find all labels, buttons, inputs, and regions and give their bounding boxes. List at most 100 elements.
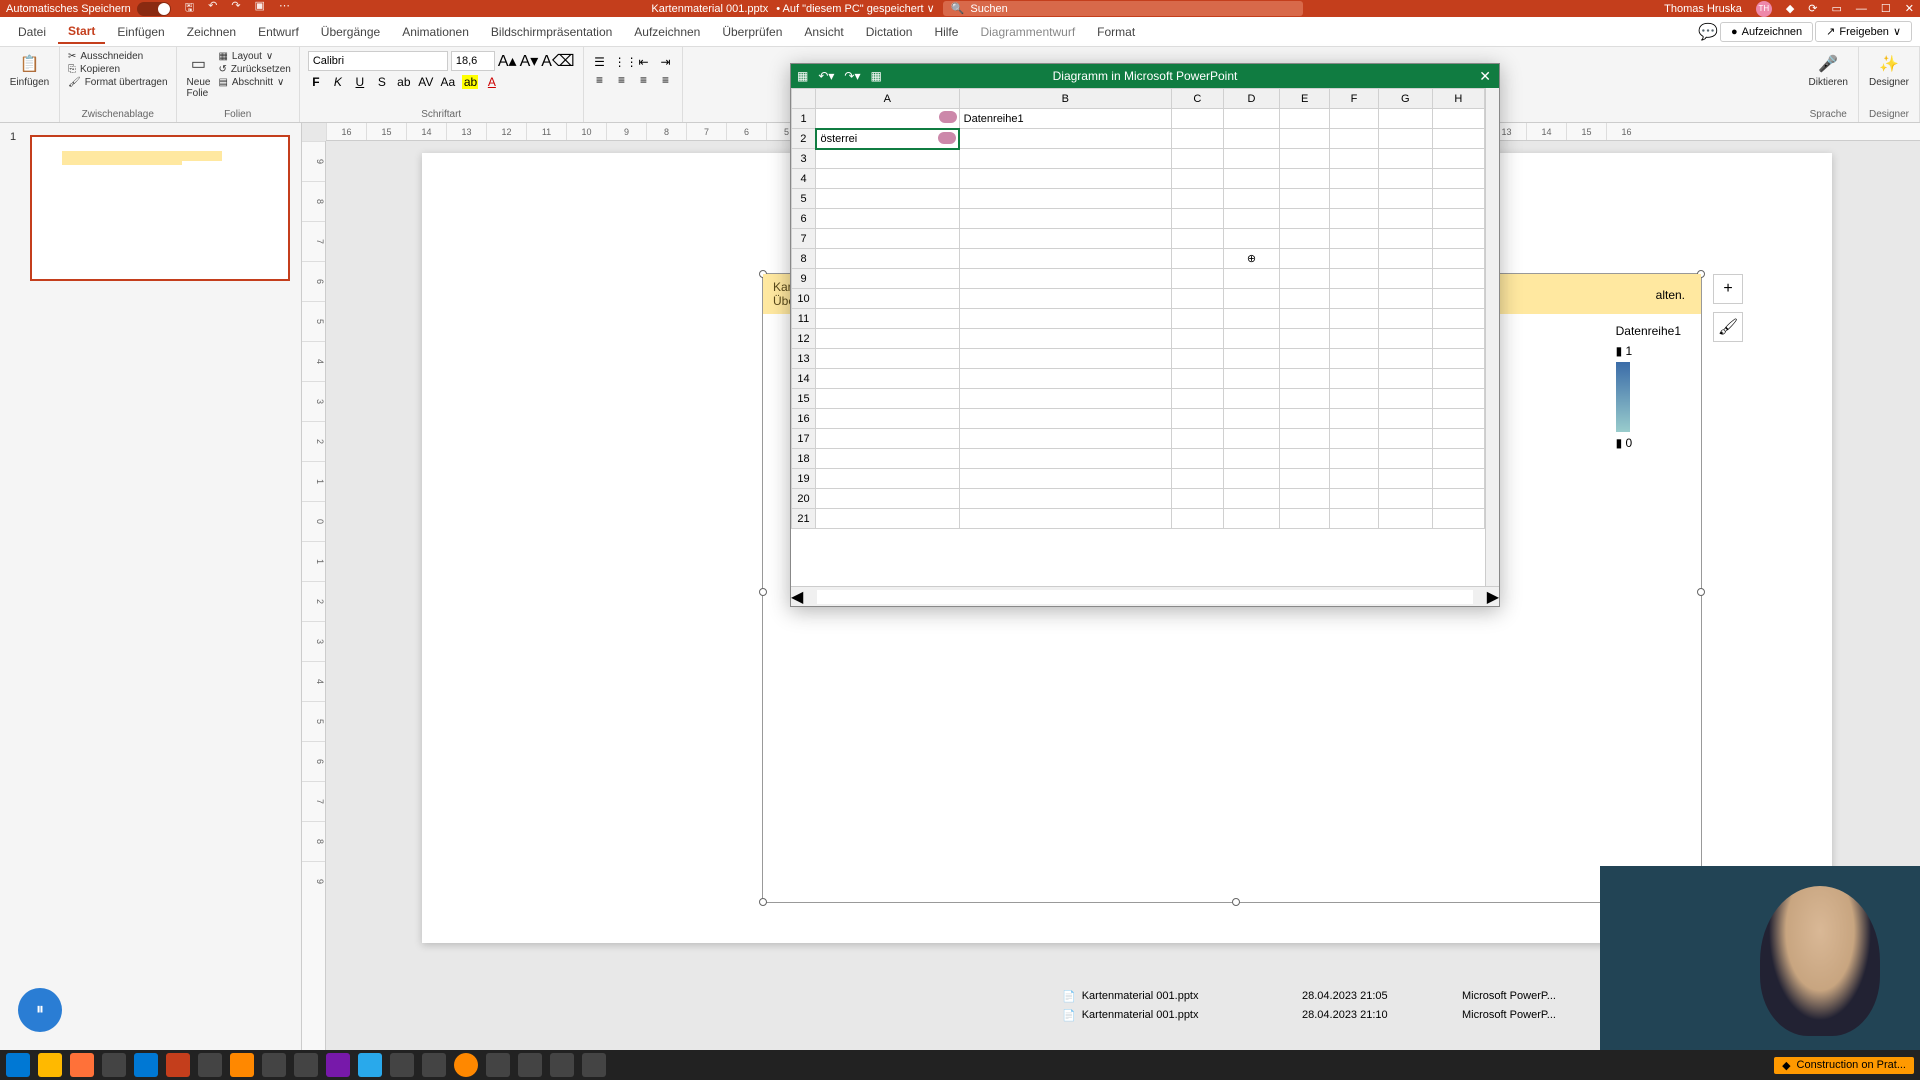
redo-icon[interactable]: ↷ xyxy=(231,0,240,18)
minimize-icon[interactable]: — xyxy=(1856,3,1867,15)
share-button[interactable]: ↗ Freigeben ∨ xyxy=(1815,21,1912,42)
italic-button[interactable]: K xyxy=(330,75,346,89)
tab-entwurf[interactable]: Entwurf xyxy=(248,21,309,43)
justify-icon[interactable]: ≡ xyxy=(658,73,674,87)
chart-brush-button[interactable]: 🖌 xyxy=(1713,312,1743,342)
align-left-icon[interactable]: ≡ xyxy=(592,73,608,87)
cut-button[interactable]: ✂ Ausschneiden xyxy=(68,51,168,62)
saved-location[interactable]: • Auf "diesem PC" gespeichert ∨ xyxy=(776,2,935,15)
taskbar-app[interactable] xyxy=(550,1053,574,1077)
taskbar-onenote[interactable] xyxy=(326,1053,350,1077)
chart-plus-button[interactable]: + xyxy=(1713,274,1743,304)
maximize-icon[interactable]: ☐ xyxy=(1881,2,1891,15)
excel-redo-icon[interactable]: ↷▾ xyxy=(844,69,860,83)
pause-recording-button[interactable]: ⏸ xyxy=(18,988,62,1032)
tab-bildschirm[interactable]: Bildschirmpräsentation xyxy=(481,21,622,43)
excel-vscroll[interactable] xyxy=(1485,88,1499,586)
undo-icon[interactable]: ↶ xyxy=(208,0,217,18)
taskbar-explorer[interactable] xyxy=(38,1053,62,1077)
excel-hscroll[interactable]: ◀▶ xyxy=(791,586,1499,606)
col-header[interactable]: B xyxy=(959,89,1171,109)
tab-hilfe[interactable]: Hilfe xyxy=(924,21,968,43)
col-header[interactable]: C xyxy=(1171,89,1223,109)
layout-button[interactable]: ▦ Layout ∨ xyxy=(218,51,290,62)
taskbar-app[interactable] xyxy=(262,1053,286,1077)
excel-more-icon[interactable]: ▦ xyxy=(871,69,882,83)
taskbar-app[interactable] xyxy=(582,1053,606,1077)
more-icon[interactable]: ⋯ xyxy=(279,0,290,18)
copy-button[interactable]: ⎘ Kopieren xyxy=(68,64,168,75)
bold-button[interactable]: F xyxy=(308,75,324,89)
sync-icon[interactable]: ⟳ xyxy=(1808,2,1817,15)
taskbar-app[interactable] xyxy=(486,1053,510,1077)
taskbar-powerpoint[interactable] xyxy=(166,1053,190,1077)
search-box[interactable]: 🔍 Suchen xyxy=(943,1,1303,16)
indent-left-icon[interactable]: ⇤ xyxy=(636,55,652,69)
highlight-button[interactable]: ab xyxy=(462,75,478,89)
window-icon[interactable]: ▭ xyxy=(1832,2,1842,15)
present-icon[interactable]: ▣ xyxy=(255,0,265,18)
tab-aufzeichnen[interactable]: Aufzeichnen xyxy=(624,21,710,43)
avatar[interactable]: TH xyxy=(1756,1,1772,17)
taskbar-notification[interactable]: ◆ Construction on Prat... xyxy=(1774,1057,1914,1074)
tab-dictation[interactable]: Dictation xyxy=(856,21,923,43)
comments-icon[interactable]: 💬 xyxy=(1698,22,1718,42)
taskbar-chrome[interactable] xyxy=(102,1053,126,1077)
col-header[interactable]: A xyxy=(816,89,960,109)
excel-icon[interactable]: ▦ xyxy=(797,69,808,83)
underline-button[interactable]: U xyxy=(352,75,368,89)
active-cell[interactable]: österrei xyxy=(816,129,960,149)
tab-uebergaenge[interactable]: Übergänge xyxy=(311,21,390,43)
paste-button[interactable]: 📋Einfügen xyxy=(8,51,51,90)
tab-animationen[interactable]: Animationen xyxy=(392,21,479,43)
format-painter-button[interactable]: 🖌 Format übertragen xyxy=(68,77,168,88)
row-header[interactable]: 2 xyxy=(792,129,816,149)
tab-datei[interactable]: Datei xyxy=(8,21,56,43)
row-header[interactable]: 1 xyxy=(792,109,816,129)
taskbar-firefox[interactable] xyxy=(70,1053,94,1077)
font-size-input[interactable] xyxy=(451,51,495,71)
numbering-icon[interactable]: ⋮⋮ xyxy=(614,55,630,69)
tab-diagramm[interactable]: Diagrammentwurf xyxy=(970,21,1085,43)
taskbar-app[interactable] xyxy=(198,1053,222,1077)
col-header[interactable]: F xyxy=(1330,89,1378,109)
grow-font-icon[interactable]: A▴ xyxy=(498,51,517,71)
tab-ueberpruefen[interactable]: Überprüfen xyxy=(712,21,792,43)
indent-right-icon[interactable]: ⇥ xyxy=(658,55,674,69)
tab-ansicht[interactable]: Ansicht xyxy=(794,21,853,43)
col-header[interactable]: D xyxy=(1223,89,1279,109)
case-button[interactable]: Aa xyxy=(440,75,456,89)
excel-undo-icon[interactable]: ↶▾ xyxy=(818,69,834,83)
record-button[interactable]: ● Aufzeichnen xyxy=(1720,22,1813,42)
taskbar-telegram[interactable] xyxy=(358,1053,382,1077)
clear-format-icon[interactable]: A⌫ xyxy=(541,51,574,71)
taskbar-app[interactable] xyxy=(518,1053,542,1077)
excel-close-button[interactable]: ✕ xyxy=(1479,68,1491,85)
col-header[interactable]: G xyxy=(1378,89,1432,109)
chart-data-editor[interactable]: ▦ ↶▾ ↷▾ ▦ Diagramm in Microsoft PowerPoi… xyxy=(790,63,1500,607)
shrink-font-icon[interactable]: A▾ xyxy=(520,51,539,71)
spacing-button[interactable]: AV xyxy=(418,75,434,89)
col-header[interactable]: E xyxy=(1280,89,1330,109)
taskbar-vlc[interactable] xyxy=(230,1053,254,1077)
taskbar-start[interactable] xyxy=(6,1053,30,1077)
close-icon[interactable]: ✕ xyxy=(1905,2,1914,15)
taskbar-obs[interactable] xyxy=(454,1053,478,1077)
taskbar-app[interactable] xyxy=(390,1053,414,1077)
strike-button[interactable]: S xyxy=(374,75,390,89)
save-icon[interactable]: 🖫 xyxy=(185,0,194,18)
cell[interactable]: Datenreihe1 xyxy=(959,109,1171,129)
align-right-icon[interactable]: ≡ xyxy=(636,73,652,87)
cell[interactable] xyxy=(816,109,960,129)
bullets-icon[interactable]: ☰ xyxy=(592,55,608,69)
tab-format[interactable]: Format xyxy=(1087,21,1145,43)
shadow-button[interactable]: ab xyxy=(396,75,412,89)
reset-button[interactable]: ↺ Zurücksetzen xyxy=(218,64,290,75)
tab-einfuegen[interactable]: Einfügen xyxy=(107,21,174,43)
new-slide-button[interactable]: ▭Neue Folie xyxy=(185,51,213,101)
align-center-icon[interactable]: ≡ xyxy=(614,73,630,87)
section-button[interactable]: ▤ Abschnitt ∨ xyxy=(218,77,290,88)
privacy-icon[interactable]: ◆ xyxy=(1786,2,1794,15)
tab-zeichnen[interactable]: Zeichnen xyxy=(177,21,246,43)
taskbar-edge[interactable] xyxy=(134,1053,158,1077)
